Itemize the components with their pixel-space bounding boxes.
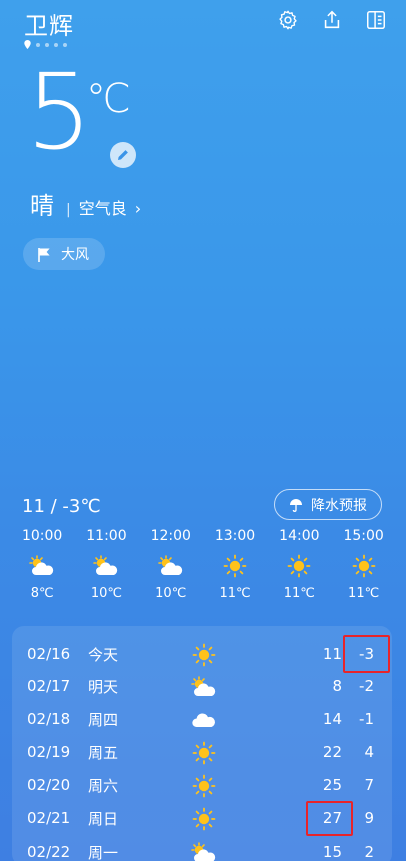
day-name: 今天 bbox=[88, 645, 119, 664]
day-high-temp: 8 bbox=[332, 677, 342, 695]
current-temperature: 5 bbox=[26, 51, 93, 173]
rain-forecast-button[interactable]: 降水预报 bbox=[274, 489, 382, 520]
flag-icon bbox=[38, 247, 50, 262]
sun-icon bbox=[285, 554, 313, 578]
day-high-temp: 15 bbox=[322, 843, 342, 861]
day-date: 02/17 bbox=[27, 677, 71, 695]
pencil-icon bbox=[118, 150, 128, 160]
city-list-icon[interactable] bbox=[364, 8, 388, 32]
daily-row[interactable]: 02/17 明天 8 -2 bbox=[12, 670, 392, 702]
page-dot bbox=[45, 42, 49, 47]
partly-cloudy-icon bbox=[157, 554, 185, 578]
rain-forecast-label: 降水预报 bbox=[311, 497, 367, 514]
hourly-item: 13:00 11℃ bbox=[203, 528, 267, 601]
day-name: 明天 bbox=[88, 677, 119, 696]
cloud-icon bbox=[190, 708, 218, 730]
day-high-temp: 11 bbox=[322, 645, 342, 663]
city-name[interactable]: 卫辉 bbox=[24, 6, 74, 41]
sun-icon bbox=[221, 554, 249, 578]
hourly-item: 11:00 10℃ bbox=[74, 528, 138, 601]
day-high-temp: 27 bbox=[322, 809, 342, 827]
day-date: 02/16 bbox=[27, 645, 71, 663]
umbrella-icon bbox=[290, 498, 302, 512]
hour-temp: 11℃ bbox=[219, 586, 251, 601]
hour-time: 14:00 bbox=[279, 528, 320, 544]
daily-row[interactable]: 02/21 周日 27 9 bbox=[12, 802, 392, 834]
hourly-forecast[interactable]: 10:00 8℃ 11:00 10℃ 12:00 10℃ 13:00 11℃ 14:00… bbox=[10, 528, 396, 601]
edit-button[interactable] bbox=[110, 142, 136, 168]
partly-cloudy-icon bbox=[190, 841, 218, 861]
chevron-right-icon: › bbox=[134, 199, 142, 218]
day-date: 02/18 bbox=[27, 710, 71, 728]
daily-row[interactable]: 02/20 周六 25 7 bbox=[12, 769, 392, 801]
day-name: 周日 bbox=[88, 809, 119, 828]
settings-icon[interactable] bbox=[276, 8, 300, 32]
daily-forecast[interactable]: 02/16 今天 11 -3 02/17 明天 8 -2 02/18 周四 14 -… bbox=[12, 626, 392, 861]
partly-cloudy-icon bbox=[28, 554, 56, 578]
weather-condition: 晴 bbox=[30, 192, 54, 220]
page-dot bbox=[54, 42, 58, 47]
hour-temp: 11℃ bbox=[348, 586, 380, 601]
page-dot bbox=[63, 42, 67, 47]
page-indicator bbox=[24, 40, 67, 49]
hour-temp: 10℃ bbox=[90, 586, 123, 601]
sun-icon bbox=[190, 643, 218, 667]
day-name: 周六 bbox=[88, 776, 119, 795]
day-low-temp: -1 bbox=[359, 710, 374, 728]
day-low-temp: -3 bbox=[359, 645, 374, 663]
day-name: 周四 bbox=[88, 710, 119, 729]
page-dot bbox=[36, 42, 40, 47]
day-low-temp: -2 bbox=[359, 677, 374, 695]
hour-time: 11:00 bbox=[86, 528, 127, 544]
sun-icon bbox=[190, 774, 218, 798]
day-low-temp: 9 bbox=[364, 809, 374, 827]
hour-temp: 10℃ bbox=[155, 586, 187, 601]
day-date: 02/21 bbox=[27, 809, 71, 827]
daily-row[interactable]: 02/16 今天 11 -3 bbox=[12, 638, 392, 670]
day-date: 02/22 bbox=[27, 843, 71, 861]
day-date: 02/20 bbox=[27, 776, 71, 794]
hourly-item: 12:00 10℃ bbox=[139, 528, 203, 601]
day-high-temp: 22 bbox=[322, 743, 342, 761]
air-quality: 空气良 bbox=[78, 199, 127, 218]
separator: | bbox=[66, 202, 71, 218]
sun-icon bbox=[350, 554, 378, 578]
location-pin-icon bbox=[24, 40, 31, 49]
hourly-item: 10:00 8℃ bbox=[10, 528, 74, 601]
share-icon[interactable] bbox=[320, 8, 344, 32]
sun-icon bbox=[190, 807, 218, 831]
hour-temp: 11℃ bbox=[283, 586, 315, 601]
temperature-unit: ℃ bbox=[86, 76, 131, 122]
day-high-temp: 25 bbox=[322, 776, 342, 794]
day-low-temp: 4 bbox=[364, 743, 374, 761]
day-low-temp: 7 bbox=[364, 776, 374, 794]
day-high-temp: 14 bbox=[322, 710, 342, 728]
hour-time: 12:00 bbox=[150, 528, 191, 544]
hourly-item: 14:00 11℃ bbox=[267, 528, 331, 601]
daily-row[interactable]: 02/19 周五 22 4 bbox=[12, 736, 392, 768]
hour-time: 13:00 bbox=[214, 528, 256, 544]
daily-row[interactable]: 02/22 周一 15 2 bbox=[12, 836, 392, 861]
alert-label: 大风 bbox=[61, 247, 89, 263]
day-date: 02/19 bbox=[27, 743, 71, 761]
hour-time: 15:00 bbox=[343, 528, 384, 544]
partly-cloudy-icon bbox=[92, 554, 120, 578]
day-low-temp: 2 bbox=[364, 843, 374, 861]
condition-row[interactable]: 晴 | 空气良 › bbox=[30, 186, 141, 221]
hourly-item: 15:00 11℃ bbox=[331, 528, 395, 601]
day-name: 周五 bbox=[88, 743, 119, 762]
sun-icon bbox=[190, 741, 218, 765]
day-name: 周一 bbox=[88, 843, 119, 861]
partly-cloudy-icon bbox=[190, 675, 218, 697]
hour-time: 10:00 bbox=[21, 528, 63, 544]
weather-alert[interactable]: 大风 bbox=[23, 238, 105, 270]
daily-row[interactable]: 02/18 周四 14 -1 bbox=[12, 703, 392, 735]
today-temp-range: 11 / -3℃ bbox=[22, 496, 101, 517]
hour-temp: 8℃ bbox=[30, 586, 54, 601]
